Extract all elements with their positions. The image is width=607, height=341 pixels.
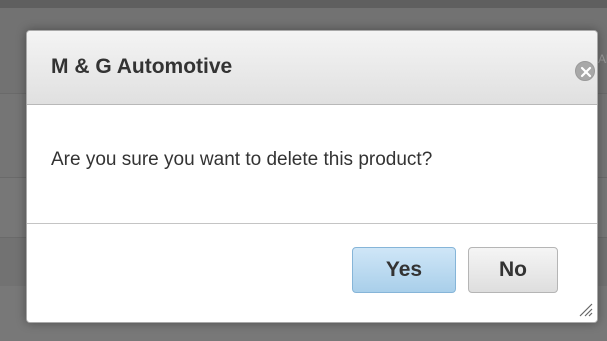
backdrop-partial-text: Al (598, 52, 607, 66)
close-icon[interactable] (575, 61, 595, 81)
no-button[interactable]: No (468, 247, 558, 293)
resize-grip-icon[interactable] (577, 301, 593, 317)
dialog-message: Are you sure you want to delete this pro… (51, 149, 433, 170)
resize-grip-glyph (579, 303, 593, 317)
dialog-title: M & G Automotive (51, 55, 233, 78)
confirm-delete-dialog: M & G Automotive Are you sure you want t… (26, 30, 598, 323)
yes-button[interactable]: Yes (352, 247, 456, 293)
dialog-header: M & G Automotive (27, 31, 597, 105)
backdrop-band (0, 0, 607, 8)
dialog-body: Are you sure you want to delete this pro… (27, 106, 597, 224)
dialog-footer: Yes No (27, 225, 597, 322)
close-x-glyph (580, 66, 592, 78)
